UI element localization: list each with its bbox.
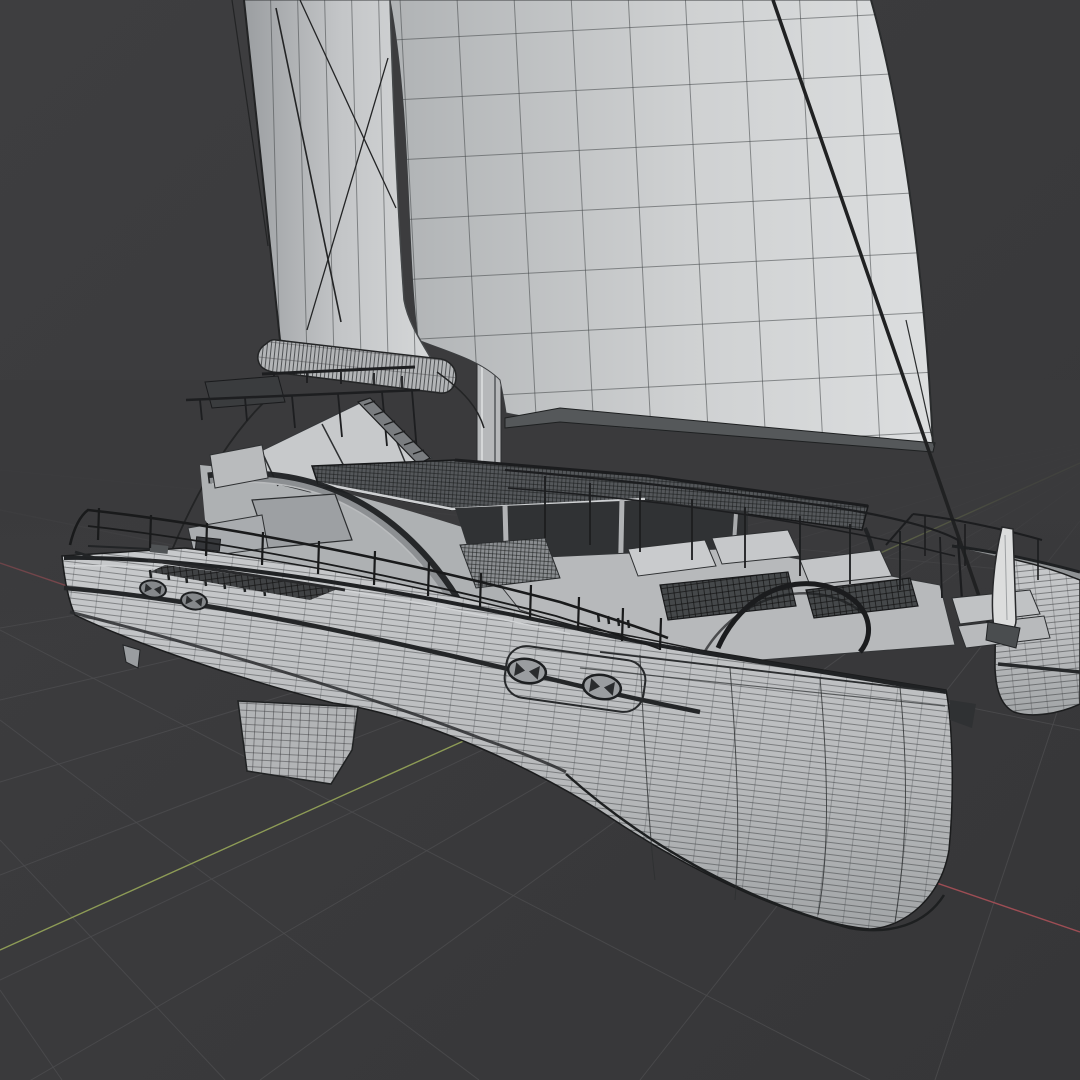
rail-post [426, 561, 431, 597]
blender-3d-viewport[interactable] [0, 0, 1080, 1080]
rail-post [528, 584, 533, 619]
rail-post [148, 514, 153, 549]
vent-slot [148, 569, 153, 579]
rail-post [204, 522, 209, 557]
viewport-canvas [0, 0, 1080, 1080]
rail-post [658, 617, 663, 651]
rail-post [620, 607, 625, 642]
rail-post [478, 572, 483, 608]
rail-post [96, 507, 101, 541]
rail-post [372, 550, 377, 586]
rail-post [260, 531, 265, 566]
rail-post [576, 596, 581, 631]
rail-post [316, 540, 321, 575]
